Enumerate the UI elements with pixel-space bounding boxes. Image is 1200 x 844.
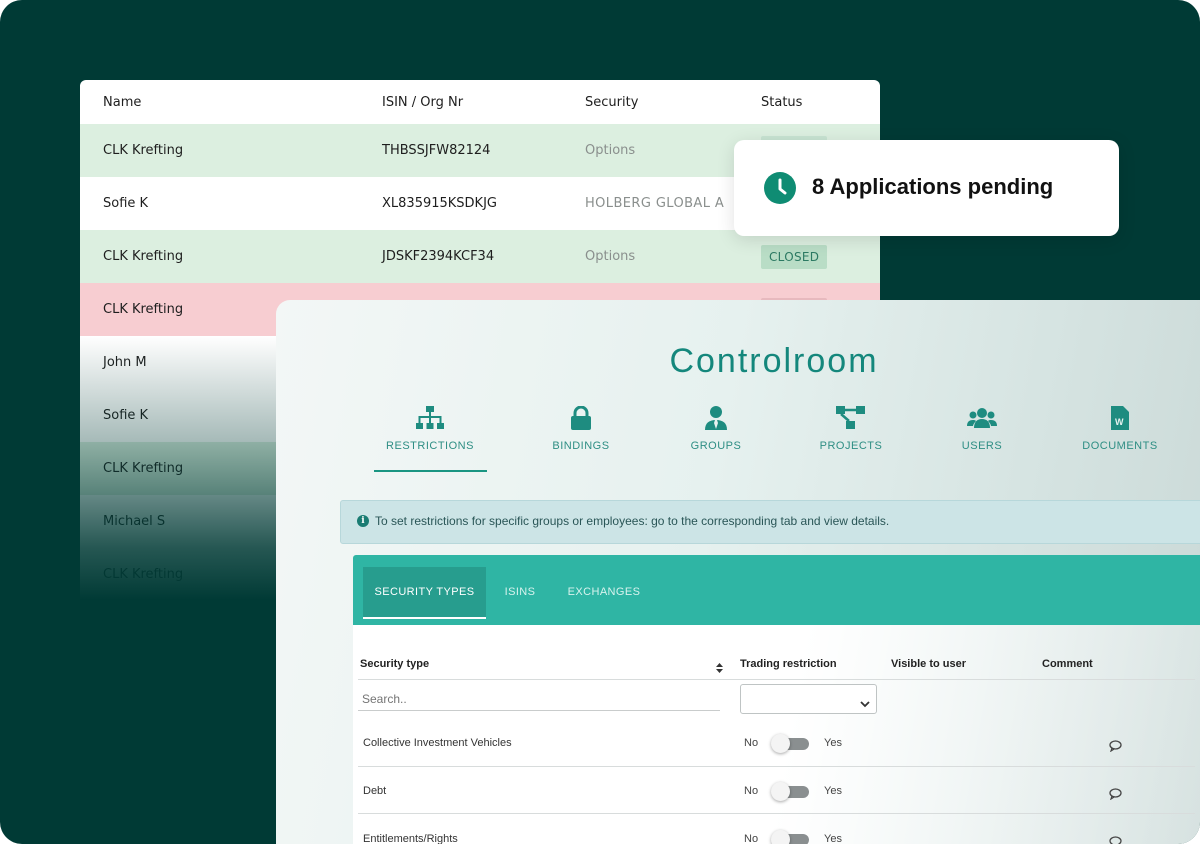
toggle-no-label: No xyxy=(744,737,759,749)
table-row: Entitlements/Rights No Yes xyxy=(353,821,1200,844)
cell-name: CLK Krefting xyxy=(103,567,184,582)
comment-icon[interactable] xyxy=(1109,785,1122,804)
cell-name: CLK Krefting xyxy=(103,143,184,158)
toggle-yes-label: Yes xyxy=(824,737,842,749)
header-visible-to-user[interactable]: Visible to user xyxy=(891,658,966,670)
tab-label: USERS xyxy=(961,440,1003,452)
search-input[interactable] xyxy=(358,687,720,711)
divider xyxy=(358,766,1195,767)
toggle-no-label: No xyxy=(744,785,759,797)
cell-name: John M xyxy=(103,355,147,370)
cell-name: CLK Krefting xyxy=(103,302,184,317)
word-document-icon: W xyxy=(1060,406,1180,432)
tab-security-types[interactable]: SECURITY TYPES xyxy=(363,567,486,619)
tab-label: GROUPS xyxy=(690,440,742,452)
tab-isins[interactable]: ISINS xyxy=(498,567,542,617)
header-status[interactable]: Status xyxy=(761,95,802,110)
cell-isin: JDSKF2394KCF34 xyxy=(382,249,495,264)
divider xyxy=(358,813,1195,814)
tab-label: BINDINGS xyxy=(552,440,610,452)
tab-restrictions[interactable]: RESTRICTIONS xyxy=(370,406,490,452)
trading-restriction-toggle[interactable] xyxy=(771,830,809,844)
controlroom-panel: Controlroom RESTRICTIONS BINDINGS GROUPS… xyxy=(276,300,1200,844)
trading-restriction-toggle[interactable] xyxy=(771,734,809,753)
project-diagram-icon xyxy=(791,406,911,432)
header-comment[interactable]: Comment xyxy=(1042,658,1093,670)
tab-projects[interactable]: PROJECTS xyxy=(791,406,911,452)
cell-isin: THBSSJFW82124 xyxy=(382,143,491,158)
sort-icon[interactable] xyxy=(716,658,723,677)
header-isin[interactable]: ISIN / Org Nr xyxy=(382,95,463,110)
table-row[interactable]: CLK Krefting JDSKF2394KCF34 Options CLOS… xyxy=(80,230,880,283)
toggle-no-label: No xyxy=(744,833,759,844)
security-type-name: Entitlements/Rights xyxy=(363,833,458,844)
cell-isin: XL835915KSDKJG xyxy=(382,196,497,211)
cell-security: HOLBERG GLOBAL A xyxy=(585,196,725,211)
tab-documents[interactable]: W DOCUMENTS xyxy=(1060,406,1180,452)
cell-security: Options xyxy=(585,249,636,264)
table-header: Name ISIN / Org Nr Security Status xyxy=(80,80,880,124)
cell-name: Sofie K xyxy=(103,408,149,423)
header-security[interactable]: Security xyxy=(585,95,638,110)
tab-bindings[interactable]: BINDINGS xyxy=(521,405,641,452)
cell-name: Michael S xyxy=(103,514,166,529)
tab-users[interactable]: USERS xyxy=(922,406,1042,452)
toggle-yes-label: Yes xyxy=(824,785,842,797)
subtab-bar: SECURITY TYPES ISINS EXCHANGES xyxy=(353,555,1200,625)
svg-text:W: W xyxy=(1115,417,1124,427)
tab-label: RESTRICTIONS xyxy=(386,440,474,452)
tab-exchanges[interactable]: EXCHANGES xyxy=(565,567,643,617)
security-type-name: Collective Investment Vehicles xyxy=(363,737,512,749)
info-text: To set restrictions for specific groups … xyxy=(375,514,890,528)
page-title: Controlroom xyxy=(669,342,879,380)
comment-icon[interactable] xyxy=(1109,833,1122,844)
comment-icon[interactable] xyxy=(1109,737,1122,756)
divider xyxy=(358,679,1195,680)
trading-restriction-toggle[interactable] xyxy=(771,782,809,801)
tab-label: DOCUMENTS xyxy=(1082,440,1158,452)
cell-name: CLK Krefting xyxy=(103,461,184,476)
lock-icon xyxy=(521,405,641,432)
active-tab-indicator xyxy=(374,470,487,472)
tab-label: PROJECTS xyxy=(819,440,883,452)
pending-notification[interactable]: 8 Applications pending xyxy=(734,140,1119,236)
tab-groups[interactable]: GROUPS xyxy=(656,406,776,452)
info-alert: i To set restrictions for specific group… xyxy=(340,500,1200,544)
user-tie-icon xyxy=(656,406,776,432)
security-type-name: Debt xyxy=(363,785,387,797)
sitemap-icon xyxy=(370,406,490,432)
header-trading-restriction[interactable]: Trading restriction xyxy=(740,658,837,670)
clock-icon xyxy=(764,172,796,204)
header-security-type[interactable]: Security type xyxy=(360,658,429,670)
canvas: Name ISIN / Org Nr Security Status CLK K… xyxy=(0,0,1200,844)
trading-restriction-select[interactable] xyxy=(740,684,877,714)
cell-security: Options xyxy=(585,143,636,158)
users-icon xyxy=(922,406,1042,432)
cell-name: CLK Krefting xyxy=(103,249,184,264)
notification-text: 8 Applications pending xyxy=(812,174,1054,199)
security-types-grid: Security type Trading restriction Visibl… xyxy=(353,625,1200,844)
header-name[interactable]: Name xyxy=(103,95,141,110)
toggle-yes-label: Yes xyxy=(824,833,842,844)
chevron-down-icon xyxy=(860,694,870,713)
table-row: Collective Investment Vehicles No Yes xyxy=(353,725,1200,772)
info-icon: i xyxy=(357,515,369,527)
status-badge: CLOSED xyxy=(761,244,828,269)
cell-name: Sofie K xyxy=(103,196,149,211)
